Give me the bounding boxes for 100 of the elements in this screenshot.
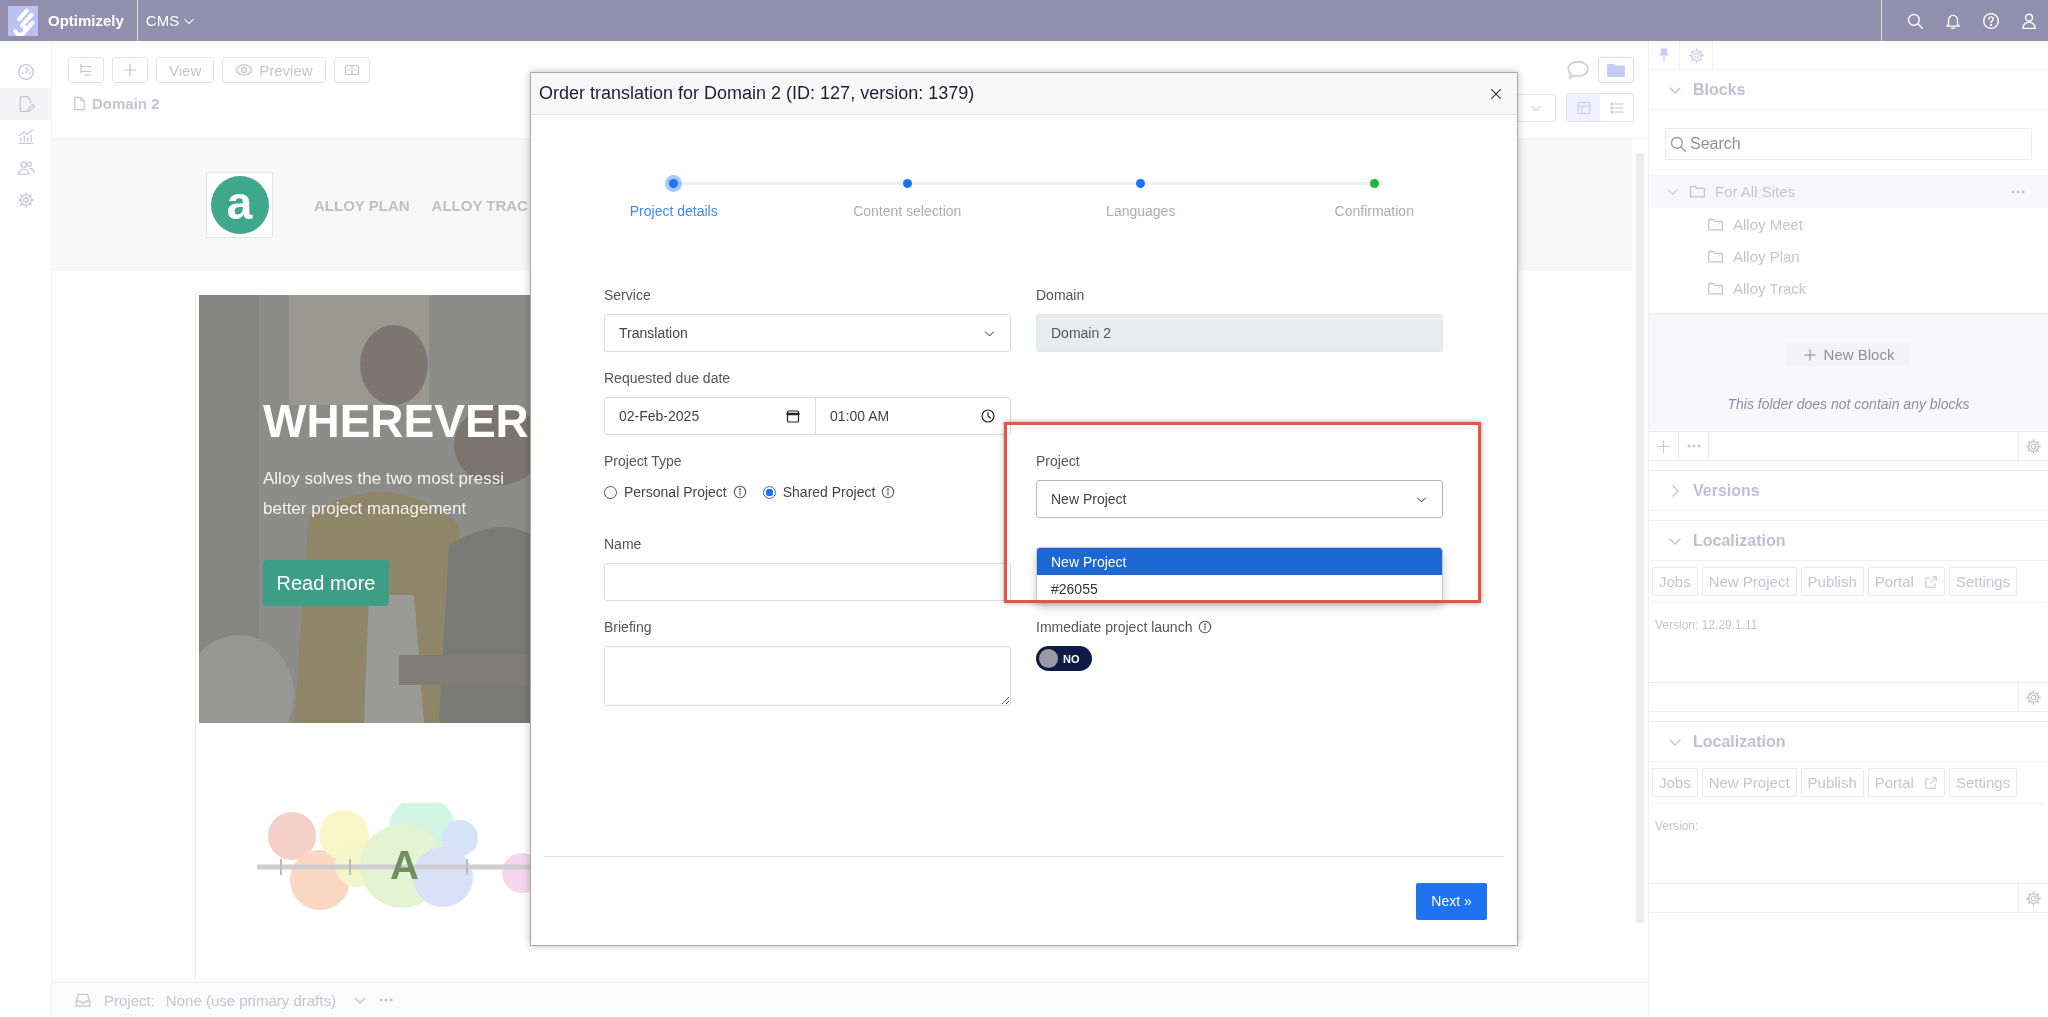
panel-button[interactable]: Settings bbox=[1948, 768, 2018, 797]
tray-icon bbox=[74, 991, 92, 1009]
briefing-field[interactable] bbox=[604, 646, 1011, 706]
users-icon bbox=[17, 159, 35, 177]
plus-icon bbox=[1656, 438, 1671, 454]
tree-item[interactable]: Alloy Track bbox=[1649, 272, 2048, 304]
breadcrumb: Domain 2 bbox=[92, 95, 160, 112]
site-nav-link[interactable]: ALLOY TRAC bbox=[431, 196, 528, 214]
field-label: Service bbox=[604, 286, 652, 305]
layout-view-button[interactable] bbox=[1567, 94, 1600, 121]
dialog-title: Order translation for Domain 2 (ID: 127, version: 1379) bbox=[539, 83, 975, 104]
folder-button[interactable] bbox=[1598, 57, 1634, 83]
tree-item[interactable]: Alloy Meet bbox=[1649, 208, 2048, 240]
split-icon bbox=[343, 62, 360, 78]
folder-icon bbox=[1689, 183, 1706, 200]
page-edit-icon bbox=[17, 95, 35, 113]
next-button[interactable]: Next » bbox=[1416, 882, 1487, 920]
plus-icon bbox=[1802, 347, 1817, 362]
gauge-icon bbox=[17, 63, 35, 81]
chart-icon bbox=[17, 127, 35, 145]
radio-button[interactable] bbox=[604, 485, 617, 499]
section-header[interactable]: Localization bbox=[1649, 722, 2048, 762]
settings-button[interactable] bbox=[1679, 40, 1713, 70]
search-field[interactable]: Search bbox=[1665, 128, 2032, 160]
section-header[interactable]: Blocks bbox=[1649, 70, 2048, 110]
panel-button[interactable]: New Project bbox=[1701, 768, 1797, 797]
dropdown-option[interactable]: New Project bbox=[1037, 548, 1442, 575]
panel-button[interactable]: Portal bbox=[1867, 567, 1945, 596]
plus-icon bbox=[122, 62, 138, 78]
comment-button[interactable] bbox=[1566, 58, 1590, 82]
tree-button[interactable] bbox=[68, 57, 104, 83]
gear-icon bbox=[2025, 688, 2042, 706]
tree-item[interactable]: Alloy Plan bbox=[1649, 240, 2048, 272]
empty-message: This folder does not contain any blocks bbox=[1727, 396, 1970, 412]
read-more-button[interactable]: Read more bbox=[263, 560, 389, 606]
field-label: Immediate project launch bbox=[1036, 618, 1193, 637]
project-select[interactable]: New Project bbox=[1036, 480, 1443, 518]
close-button[interactable] bbox=[1489, 86, 1503, 101]
info-icon bbox=[732, 485, 747, 499]
service-select[interactable]: Translation bbox=[604, 314, 1011, 352]
info-icon bbox=[1198, 620, 1213, 634]
version-text: Version: bbox=[1654, 819, 1700, 833]
help-icon bbox=[1982, 11, 2000, 30]
hero-heading: WHEREVER bbox=[263, 395, 529, 447]
panel-button[interactable]: Publish bbox=[1800, 768, 1864, 797]
radio-label[interactable]: Shared Project bbox=[782, 484, 876, 500]
brand-name: Optimizely bbox=[48, 12, 124, 29]
more-button[interactable] bbox=[377, 998, 394, 1002]
gear-icon bbox=[2025, 889, 2042, 907]
external-link-icon bbox=[1923, 574, 1938, 589]
gear-icon bbox=[17, 191, 35, 209]
panel-button[interactable]: New Project bbox=[1701, 567, 1797, 596]
panel-button[interactable]: Jobs bbox=[1652, 768, 1698, 797]
section-header[interactable]: Localization bbox=[1649, 521, 2048, 561]
external-link-icon bbox=[1923, 775, 1938, 790]
radio-label[interactable]: Personal Project bbox=[624, 484, 727, 500]
radio-button[interactable] bbox=[762, 485, 776, 499]
logo-icon bbox=[8, 5, 38, 36]
hero-text: Alloy solves the two most pressi better project management bbox=[263, 468, 504, 520]
more-icon bbox=[2010, 189, 2026, 194]
add-button[interactable] bbox=[112, 57, 148, 83]
logo-letter: a bbox=[210, 176, 269, 234]
name-field[interactable] bbox=[604, 563, 1011, 601]
panel-button[interactable]: Publish bbox=[1800, 567, 1864, 596]
time-field[interactable]: 01:00 AM bbox=[816, 397, 1011, 435]
step-label[interactable]: Project details bbox=[629, 203, 718, 219]
page-icon bbox=[72, 96, 87, 111]
panel-button[interactable]: Settings bbox=[1948, 567, 2018, 596]
tree-icon bbox=[78, 62, 94, 78]
new-block-button[interactable]: New Block bbox=[1786, 343, 1911, 366]
panel-button[interactable]: Portal bbox=[1867, 768, 1945, 797]
toggle-switch[interactable]: NO bbox=[1036, 646, 1092, 671]
field-label: Briefing bbox=[604, 618, 653, 637]
field-label: Name bbox=[604, 535, 643, 554]
product-menu[interactable]: CMS bbox=[145, 12, 197, 29]
field-label: Domain bbox=[1036, 286, 1086, 305]
speech-bubble-icon bbox=[1566, 58, 1590, 82]
date-field[interactable]: 02-Feb-2025 bbox=[604, 397, 816, 435]
field-label: Project bbox=[1036, 452, 1081, 471]
site-nav-link[interactable]: ALLOY PLAN bbox=[314, 196, 410, 214]
eye-icon bbox=[235, 61, 254, 79]
calendar-icon bbox=[785, 408, 801, 424]
version-text: Version: 12.29.1.11 bbox=[1654, 618, 1759, 632]
panel-button[interactable]: Jobs bbox=[1652, 567, 1698, 596]
search-icon bbox=[1669, 135, 1687, 153]
step-label[interactable]: Confirmation bbox=[1334, 203, 1414, 219]
dropdown-option[interactable]: #26055 bbox=[1037, 575, 1442, 602]
preview-button[interactable]: Preview bbox=[222, 57, 326, 83]
gear-icon bbox=[2025, 437, 2042, 455]
user-icon bbox=[2020, 11, 2038, 30]
view-button[interactable]: View bbox=[156, 57, 215, 83]
clock-icon bbox=[980, 408, 996, 424]
step-label[interactable]: Languages bbox=[1106, 203, 1176, 219]
compare-button[interactable] bbox=[333, 57, 370, 83]
illustration-letter: A bbox=[390, 843, 419, 887]
step-label[interactable]: Content selection bbox=[853, 203, 962, 219]
more-icon bbox=[377, 998, 394, 1002]
section-header[interactable]: Versions bbox=[1649, 471, 2048, 511]
close-icon bbox=[1489, 86, 1503, 101]
nav-rail-button[interactable] bbox=[0, 88, 52, 120]
